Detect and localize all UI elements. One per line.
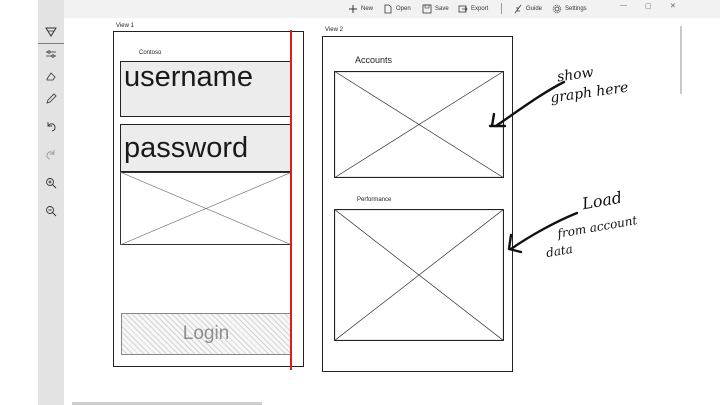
performance-title: Performance bbox=[357, 197, 392, 203]
settings-label: Settings bbox=[565, 6, 587, 12]
zoom-in-button[interactable] bbox=[38, 172, 64, 194]
save-icon bbox=[422, 4, 432, 14]
undo-icon bbox=[47, 122, 56, 132]
vertical-scrollbar-thumb[interactable] bbox=[680, 26, 682, 94]
eraser-icon bbox=[46, 72, 56, 81]
guide-icon bbox=[514, 4, 522, 14]
select-tool-button[interactable] bbox=[38, 21, 64, 44]
select-icon bbox=[45, 27, 57, 37]
login-label: Login bbox=[182, 323, 230, 344]
view1-label: View 1 bbox=[116, 23, 134, 29]
top-toolbar: New Open Save Export Guide Settings — ▢ … bbox=[64, 0, 720, 18]
login-button[interactable]: Login bbox=[121, 313, 291, 355]
new-button[interactable]: New bbox=[348, 2, 373, 16]
username-field[interactable]: username bbox=[120, 61, 292, 117]
gear-icon bbox=[552, 4, 562, 14]
accounts-title: Accounts bbox=[355, 55, 393, 65]
username-text: username bbox=[124, 61, 253, 93]
zoom-out-button[interactable] bbox=[38, 200, 64, 222]
zoom-out-icon bbox=[46, 206, 57, 217]
view2-label: View 2 bbox=[325, 27, 343, 33]
guide-label: Guide bbox=[526, 6, 543, 12]
settings-button[interactable]: Settings bbox=[552, 2, 587, 16]
redo-button[interactable] bbox=[38, 143, 64, 165]
open-button[interactable]: Open bbox=[383, 2, 411, 16]
pen-icon bbox=[46, 93, 57, 104]
new-label: New bbox=[361, 6, 374, 12]
adjust-icon bbox=[46, 50, 56, 58]
zoom-in-icon bbox=[46, 178, 57, 189]
red-guide-line bbox=[290, 30, 292, 370]
open-label: Open bbox=[396, 6, 411, 12]
minimize-icon[interactable]: — bbox=[620, 2, 627, 9]
undo-button[interactable] bbox=[38, 115, 64, 137]
guide-button[interactable]: Guide bbox=[513, 2, 542, 16]
save-button[interactable]: Save bbox=[422, 2, 449, 16]
accounts-graph-placeholder bbox=[334, 71, 504, 178]
performance-graph-placeholder bbox=[334, 209, 504, 341]
close-icon[interactable]: ✕ bbox=[670, 2, 676, 10]
toolbar-divider bbox=[501, 3, 502, 14]
redo-icon bbox=[46, 150, 55, 160]
maximize-icon[interactable]: ▢ bbox=[645, 2, 652, 10]
window-margin bbox=[0, 0, 38, 405]
view1-brand: Contoso bbox=[139, 50, 162, 56]
export-label: Export bbox=[471, 6, 489, 12]
export-button[interactable]: Export bbox=[458, 2, 488, 16]
tool-sidebar bbox=[38, 0, 64, 405]
password-field[interactable]: password bbox=[120, 124, 292, 172]
pen-tool-button[interactable] bbox=[38, 88, 64, 110]
password-text: password bbox=[124, 132, 249, 164]
export-icon bbox=[458, 5, 468, 13]
plus-icon bbox=[349, 5, 357, 13]
save-label: Save bbox=[435, 6, 449, 12]
document-icon bbox=[384, 4, 392, 14]
eraser-tool-button[interactable] bbox=[38, 65, 64, 87]
adjust-tool-button[interactable] bbox=[38, 43, 64, 65]
view1-image-placeholder bbox=[120, 172, 292, 245]
